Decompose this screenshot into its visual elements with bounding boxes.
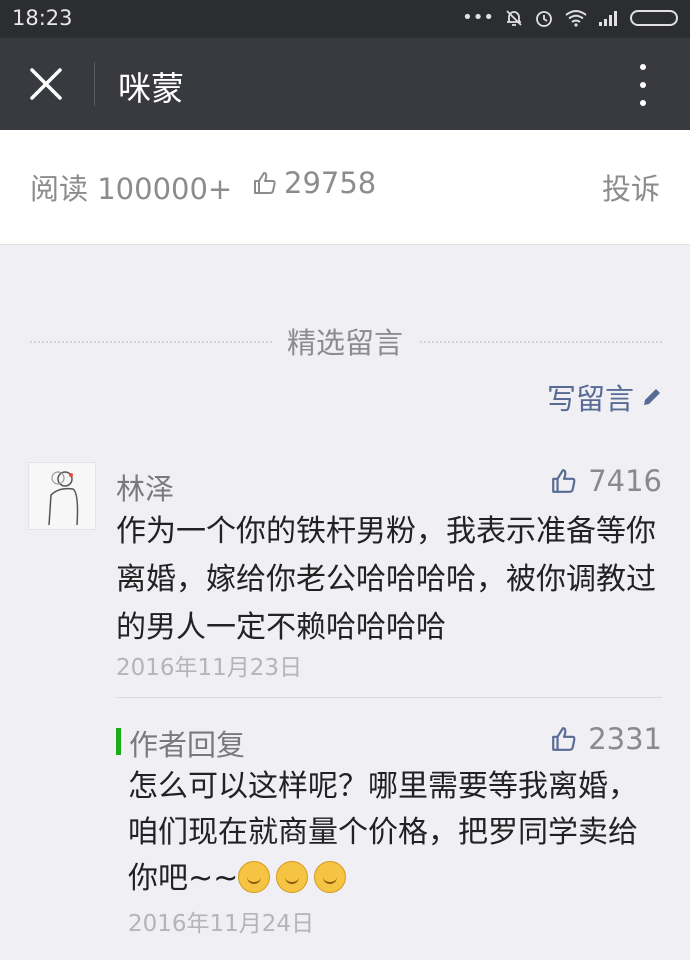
reply-text-content: 怎么可以这样呢？哪里需要等我离婚，咱们现在就商量个价格，把罗同学卖给你吧~~: [128, 769, 638, 896]
thumbs-up-icon: [552, 469, 576, 493]
thumbs-up-icon: [254, 172, 276, 194]
wifi-icon: [565, 9, 587, 27]
signal-icon: [599, 10, 617, 26]
bell-muted-icon: [506, 9, 522, 26]
reply-date: 2016年11月24日: [128, 911, 315, 937]
article-like-count: 29758: [284, 166, 377, 200]
thinking-face-icon: [314, 861, 347, 893]
reply-separator: [116, 697, 662, 698]
close-icon: [30, 68, 62, 100]
reply-text: 怎么可以这样呢？哪里需要等我离婚，咱们现在就商量个价格，把罗同学卖给你吧~~: [128, 764, 658, 902]
status-time: 18:23: [12, 6, 73, 30]
reply-label: 作者回复: [129, 728, 246, 762]
pencil-icon: [644, 389, 660, 405]
article-stats: 阅读 100000+ 29758 投诉: [0, 130, 690, 245]
title-divider: [94, 62, 95, 106]
status-icons: •••: [462, 7, 678, 28]
close-button[interactable]: [28, 66, 64, 102]
more-notifications-icon: •••: [462, 7, 494, 28]
comment-date: 2016年11月23日: [116, 655, 303, 681]
reply-like-button[interactable]: 2331: [550, 722, 662, 756]
avatar[interactable]: [28, 462, 96, 530]
thinking-face-icon: [238, 861, 271, 893]
reply-accent-bar: [116, 728, 121, 755]
comment-like-count: 7416: [588, 464, 662, 498]
article-like-button[interactable]: 29758: [252, 166, 376, 200]
write-comment-label: 写留言: [546, 382, 634, 416]
battery-icon: [630, 9, 678, 26]
reply-like-count: 2331: [588, 722, 662, 756]
section-title: 精选留言: [286, 326, 403, 360]
page-title: 咪蒙: [118, 69, 184, 108]
more-options-button[interactable]: [628, 64, 658, 106]
alarm-icon: [536, 10, 552, 27]
thinking-face-icon: [276, 861, 309, 893]
comment-author[interactable]: 林泽: [116, 466, 174, 508]
comment-text: 作为一个你的铁杆男粉，我表示准备等你离婚，嫁给你老公哈哈哈哈，被你调教过的男人一…: [116, 514, 656, 645]
write-comment-link[interactable]: 写留言: [547, 376, 664, 418]
report-link[interactable]: 投诉: [602, 166, 660, 208]
read-count: 阅读 100000+: [30, 172, 233, 206]
thumbs-up-icon: [552, 727, 576, 751]
status-bar: 18:23 •••: [0, 0, 690, 38]
comment-like-button[interactable]: 7416: [550, 464, 662, 498]
title-bar: 咪蒙: [0, 38, 690, 130]
avatar-image: [48, 471, 79, 526]
